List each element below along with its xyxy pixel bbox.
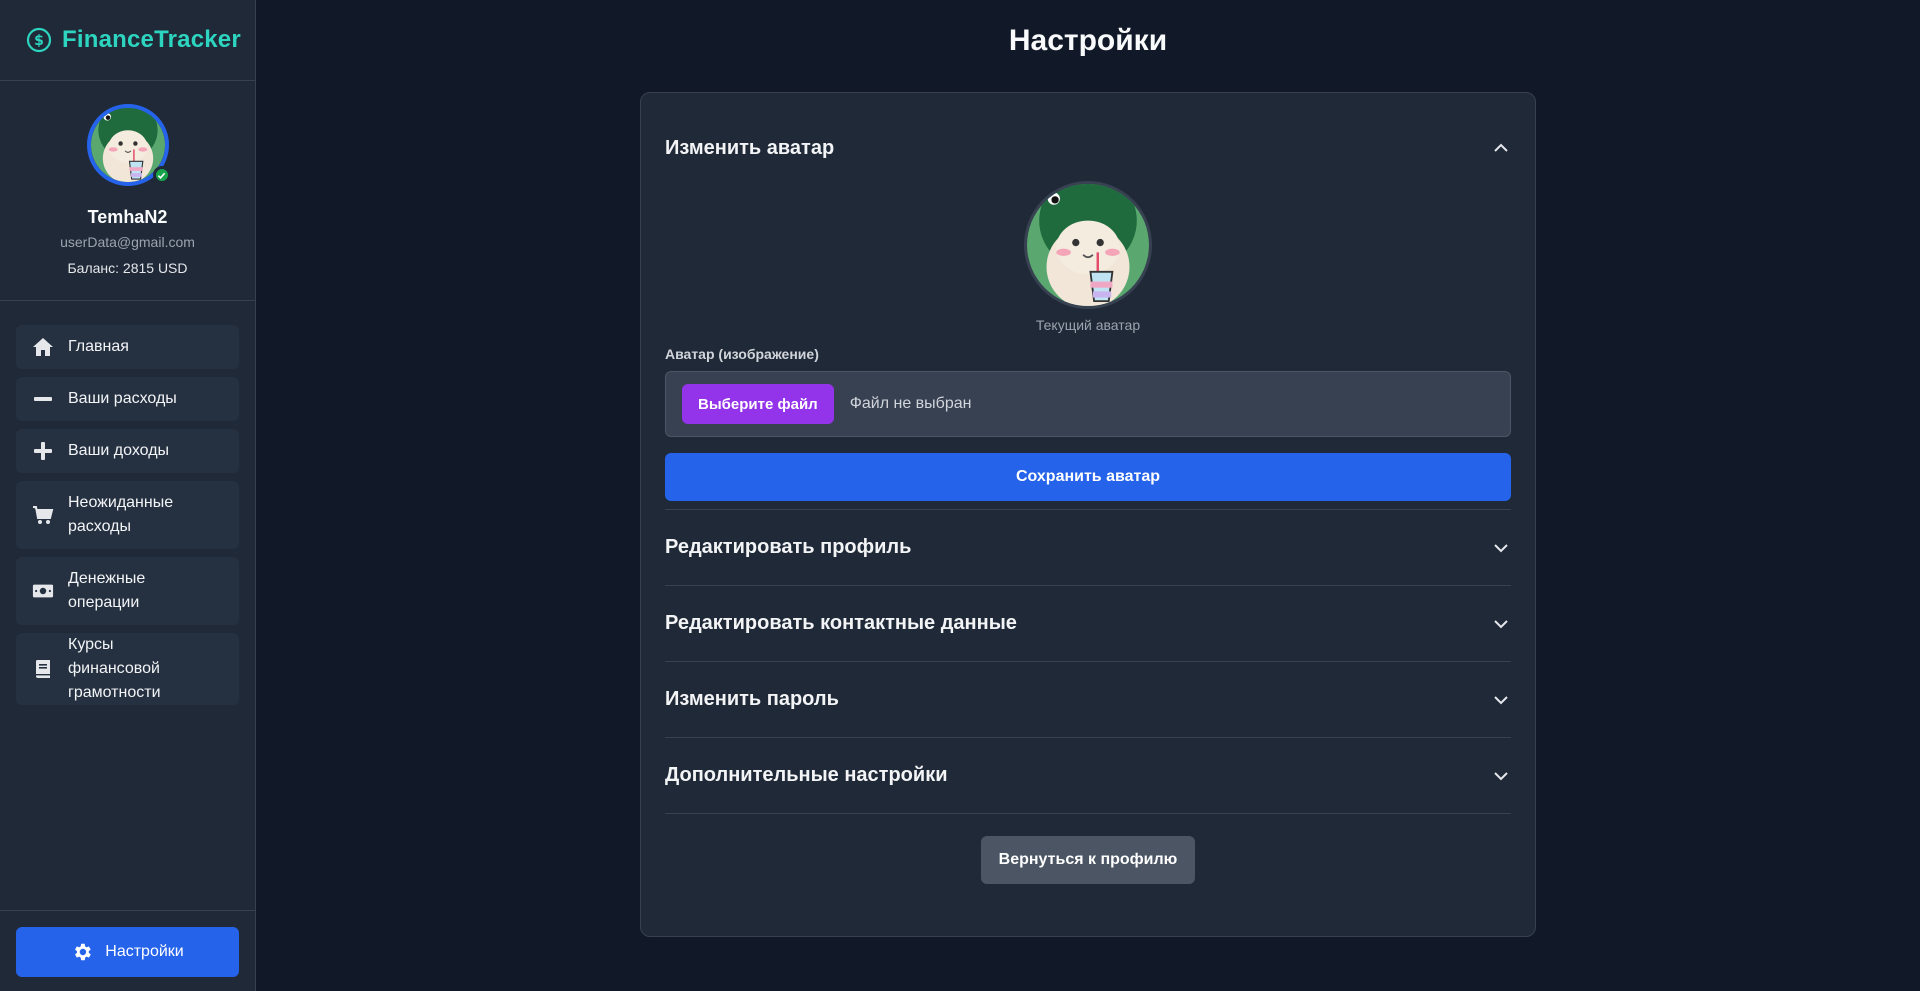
sidebar-item-label: Денежные операции <box>68 570 146 611</box>
section-title: Редактировать контактные данные <box>665 612 1017 634</box>
minus-icon <box>32 388 54 410</box>
file-status: Файл не выбран <box>849 395 972 412</box>
avatar-field-label: Аватар (изображение) <box>665 346 819 362</box>
chevron-down-icon[interactable] <box>1491 690 1511 710</box>
choose-file-button[interactable]: Выберите файл <box>682 384 834 424</box>
avatar-wrapper <box>86 104 171 186</box>
section-title: Редактировать профиль <box>665 536 912 558</box>
save-avatar-button[interactable]: Сохранить аватар <box>665 453 1511 501</box>
book-icon <box>32 658 54 680</box>
settings-label: Настройки <box>105 943 184 960</box>
current-avatar <box>1024 181 1152 309</box>
chevron-down-icon[interactable] <box>1491 614 1511 634</box>
sidebar-item-label: Главная <box>68 338 129 355</box>
sidebar-item-expenses[interactable]: Ваши расходы <box>16 377 239 421</box>
svg-text:$: $ <box>34 33 44 49</box>
chevron-down-icon[interactable] <box>1491 538 1511 558</box>
sidebar-item-money-operations[interactable]: Денежные операции <box>16 557 239 625</box>
dollar-circle-icon: $ <box>26 27 52 53</box>
sidebar-item-label: Неожиданные расходы <box>68 494 174 535</box>
sidebar: $ FinanceTracker TemhaN2 userData@gmail.… <box>0 0 256 991</box>
back-to-profile-button[interactable]: Вернуться к профилю <box>981 836 1195 884</box>
accordion-change-password[interactable]: Изменить пароль <box>665 662 1511 738</box>
sidebar-footer: Настройки <box>0 910 255 991</box>
avatar-preview: Текущий аватар <box>665 181 1511 333</box>
user-balance: Баланс: 2815 USD <box>67 260 188 276</box>
sidebar-item-label: Курсы финансовой грамотности <box>68 636 161 701</box>
avatar-caption: Текущий аватар <box>1035 317 1141 333</box>
section-title: Дополнительные настройки <box>665 764 948 786</box>
online-status-icon <box>152 166 171 184</box>
gear-icon <box>71 941 93 963</box>
plus-icon <box>32 440 54 462</box>
sidebar-item-unexpected-expenses[interactable]: Неожиданные расходы <box>16 481 239 549</box>
sidebar-item-label: Ваши расходы <box>68 390 177 407</box>
home-icon <box>32 336 54 358</box>
money-bill-icon <box>32 580 54 602</box>
user-email: userData@gmail.com <box>60 234 195 250</box>
accordion-edit-profile[interactable]: Редактировать профиль <box>665 510 1511 586</box>
avatar-file-input[interactable]: Выберите файл Файл не выбран <box>665 371 1511 437</box>
sidebar-item-incomes[interactable]: Ваши доходы <box>16 429 239 473</box>
section-title: Изменить пароль <box>665 688 839 710</box>
chevron-up-icon[interactable] <box>1491 138 1511 158</box>
profile-card: TemhaN2 userData@gmail.com Баланс: 2815 … <box>0 81 255 301</box>
accordion-edit-contacts[interactable]: Редактировать контактные данные <box>665 586 1511 662</box>
brand-name: FinanceTracker <box>62 26 241 53</box>
sidebar-item-home[interactable]: Главная <box>16 325 239 369</box>
page-title: Настройки <box>1008 24 1168 57</box>
settings-button[interactable]: Настройки <box>16 927 239 977</box>
sidebar-nav: Главная Ваши расходы Ваши доходы Неожида… <box>0 301 255 705</box>
brand[interactable]: $ FinanceTracker <box>0 0 255 81</box>
settings-card: Изменить аватар Текущий аватар Аватар (и… <box>640 92 1536 937</box>
username: TemhaN2 <box>87 207 168 227</box>
section-title: Изменить аватар <box>665 136 835 159</box>
back-wrapper: Вернуться к профилю <box>665 836 1511 884</box>
sidebar-item-courses[interactable]: Курсы финансовой грамотности <box>16 633 239 705</box>
accordion-additional-settings[interactable]: Дополнительные настройки <box>665 738 1511 814</box>
cart-icon <box>32 504 54 526</box>
sidebar-item-label: Ваши доходы <box>68 442 170 459</box>
chevron-down-icon[interactable] <box>1491 766 1511 786</box>
